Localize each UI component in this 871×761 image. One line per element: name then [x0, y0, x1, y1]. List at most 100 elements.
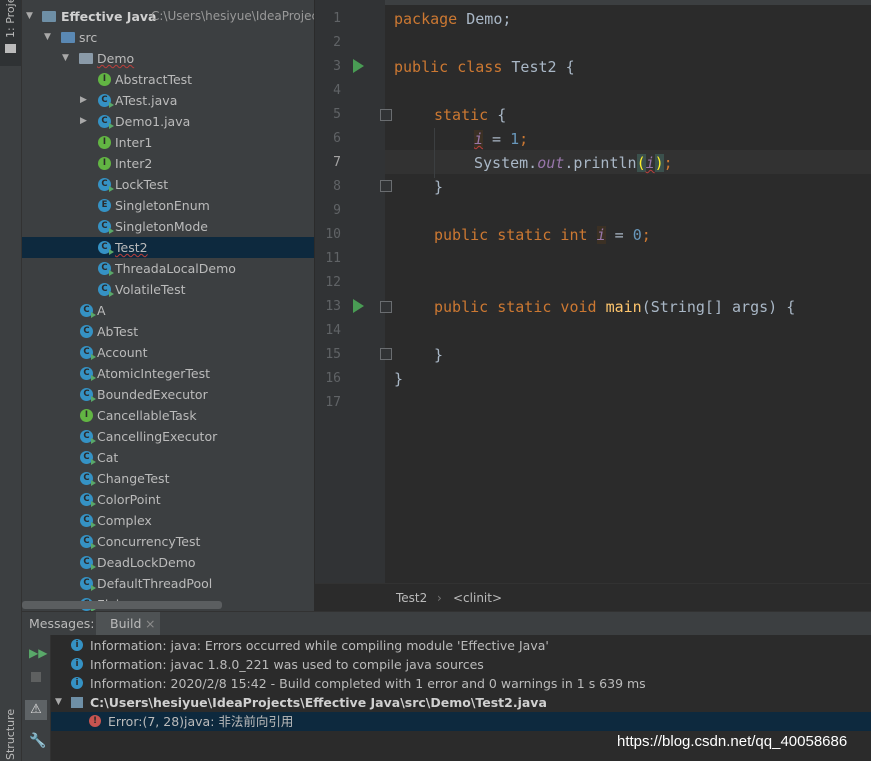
message-text: Information: java: Errors occurred while…	[90, 638, 549, 653]
chevron-down-icon[interactable]: ▼	[26, 6, 36, 27]
message-file-path: C:\Users\hesiyue\IdeaProjects\Effective …	[90, 695, 547, 710]
message-row[interactable]: i Information: 2020/2/8 15:42 - Build co…	[51, 674, 871, 693]
tree-item[interactable]: C ChangeTest	[22, 468, 314, 489]
structure-tool-tab[interactable]: Structure	[0, 700, 21, 761]
tree-item[interactable]: C BoundedExecutor	[22, 384, 314, 405]
src-label: src	[79, 30, 98, 45]
tree-item[interactable]: C DeadLockDemo	[22, 552, 314, 573]
interface-icon: I	[80, 409, 93, 422]
tree-item[interactable]: C Cat	[22, 447, 314, 468]
line-number: 8	[333, 179, 341, 194]
source-folder-icon	[61, 32, 75, 43]
project-tool-tab[interactable]: 1: Project	[0, 0, 21, 66]
tree-item-label: VolatileTest	[115, 282, 186, 297]
tree-item-label: ConcurrencyTest	[97, 534, 201, 549]
tree-src[interactable]: ▼ src	[22, 27, 314, 48]
tree-root[interactable]: ▼ Effective Java C:\Users\hesiyue\IdeaPr…	[22, 6, 314, 27]
chevron-right-icon[interactable]: ▶	[80, 111, 90, 132]
fold-icon[interactable]	[380, 180, 392, 192]
fold-icon[interactable]	[380, 348, 392, 360]
tree-item[interactable]: ▶ C ATest.java	[22, 90, 314, 111]
line-number: 5	[333, 107, 341, 122]
chevron-down-icon[interactable]: ▼	[62, 48, 72, 69]
class-icon: C	[80, 535, 96, 549]
tree-item[interactable]: CA	[22, 300, 314, 321]
tree-item[interactable]: C VolatileTest	[22, 279, 314, 300]
breadcrumb-member[interactable]: <clinit>	[453, 584, 502, 612]
tree-item[interactable]: E SingletonEnum	[22, 195, 314, 216]
module-folder-icon	[42, 11, 56, 22]
class-icon: C	[80, 472, 96, 486]
class-icon: C	[80, 556, 96, 570]
interface-icon: I	[98, 136, 111, 149]
chevron-down-icon[interactable]: ▼	[44, 27, 54, 48]
tree-item[interactable]: I CancellableTask	[22, 405, 314, 426]
warning-filter-icon[interactable]: ⚠	[25, 700, 47, 720]
editor-tab-bar	[385, 0, 871, 5]
line-number: 3	[333, 59, 341, 74]
class-icon: C	[80, 577, 96, 591]
tree-item[interactable]: C SingletonMode	[22, 216, 314, 237]
tree-item-label: Test2	[115, 240, 148, 255]
run-main-icon[interactable]	[353, 299, 364, 313]
interface-icon: I	[98, 157, 111, 170]
breadcrumb-separator: ›	[437, 591, 442, 605]
line-number: 15	[325, 347, 341, 362]
tree-item[interactable]: C ThreadaLocalDemo	[22, 258, 314, 279]
interface-icon: I	[98, 73, 111, 86]
tree-item[interactable]: C DefaultThreadPool	[22, 573, 314, 594]
tree-item-label: CancellingExecutor	[97, 429, 218, 444]
watermark: https://blog.csdn.net/qq_40058686	[617, 733, 848, 750]
message-error-row[interactable]: ! Error:(7, 28) java: 非法前向引用	[51, 712, 871, 731]
tree-item[interactable]: C ConcurrencyTest	[22, 531, 314, 552]
tree-item[interactable]: I Inter2	[22, 153, 314, 174]
error-location: Error:(7, 28)	[108, 714, 185, 729]
project-tree: ▼ Effective Java C:\Users\hesiyue\IdeaPr…	[22, 0, 314, 611]
tab-build[interactable]: Build ×	[96, 612, 160, 636]
code-line-6: i = 1;	[474, 130, 529, 148]
close-icon[interactable]: ×	[145, 612, 155, 636]
tree-item[interactable]: C CancellingExecutor	[22, 426, 314, 447]
tree-item[interactable]: C Account	[22, 342, 314, 363]
code-line-10: public static int i = 0;	[434, 226, 651, 244]
class-icon: C	[80, 367, 96, 381]
project-name: Effective Java	[61, 9, 157, 24]
line-number: 4	[333, 83, 341, 98]
chevron-down-icon[interactable]: ▼	[55, 693, 62, 712]
tree-item[interactable]: C Complex	[22, 510, 314, 531]
message-file-row[interactable]: ▼ C:\Users\hesiyue\IdeaProjects\Effectiv…	[51, 693, 871, 712]
tree-horizontal-scrollbar[interactable]	[22, 601, 222, 609]
tree-item-label: ColorPoint	[97, 492, 161, 507]
tree-package[interactable]: ▼ Demo	[22, 48, 314, 69]
rerun-icon[interactable]: ▶▶	[29, 646, 47, 660]
tree-item[interactable]: C AtomicIntegerTest	[22, 363, 314, 384]
fold-icon[interactable]	[380, 109, 392, 121]
info-icon: i	[71, 639, 83, 651]
tree-item[interactable]: C AbTest	[22, 321, 314, 342]
tree-item-label: BoundedExecutor	[97, 387, 208, 402]
fold-icon[interactable]	[380, 301, 392, 313]
run-class-icon[interactable]	[353, 59, 364, 73]
message-row[interactable]: i Information: javac 1.8.0_221 was used …	[51, 655, 871, 674]
class-icon: C	[98, 178, 114, 192]
breadcrumb-class[interactable]: Test2	[396, 584, 427, 612]
code-editor[interactable]	[385, 0, 871, 583]
tree-item[interactable]: C ColorPoint	[22, 489, 314, 510]
tree-item-label: Account	[97, 345, 148, 360]
tree-item[interactable]: C Test2	[22, 237, 314, 258]
code-line-1: package Demo;	[394, 10, 512, 28]
tree-item[interactable]: I Inter1	[22, 132, 314, 153]
tree-item-label: Inter2	[115, 156, 153, 171]
tree-item[interactable]: I AbstractTest	[22, 69, 314, 90]
tab-build-label: Build	[110, 616, 142, 631]
tree-item[interactable]: C LockTest	[22, 174, 314, 195]
stop-icon[interactable]	[31, 672, 41, 682]
chevron-right-icon[interactable]: ▶	[80, 90, 90, 111]
message-row[interactable]: i Information: java: Errors occurred whi…	[51, 636, 871, 655]
code-line-15: }	[434, 346, 444, 364]
tree-item-label: Demo1.java	[115, 114, 191, 129]
tree-item[interactable]: ▶ C Demo1.java	[22, 111, 314, 132]
wrench-icon[interactable]: 🔧	[29, 733, 46, 749]
line-number: 7	[333, 155, 341, 170]
class-icon: C	[98, 94, 114, 108]
